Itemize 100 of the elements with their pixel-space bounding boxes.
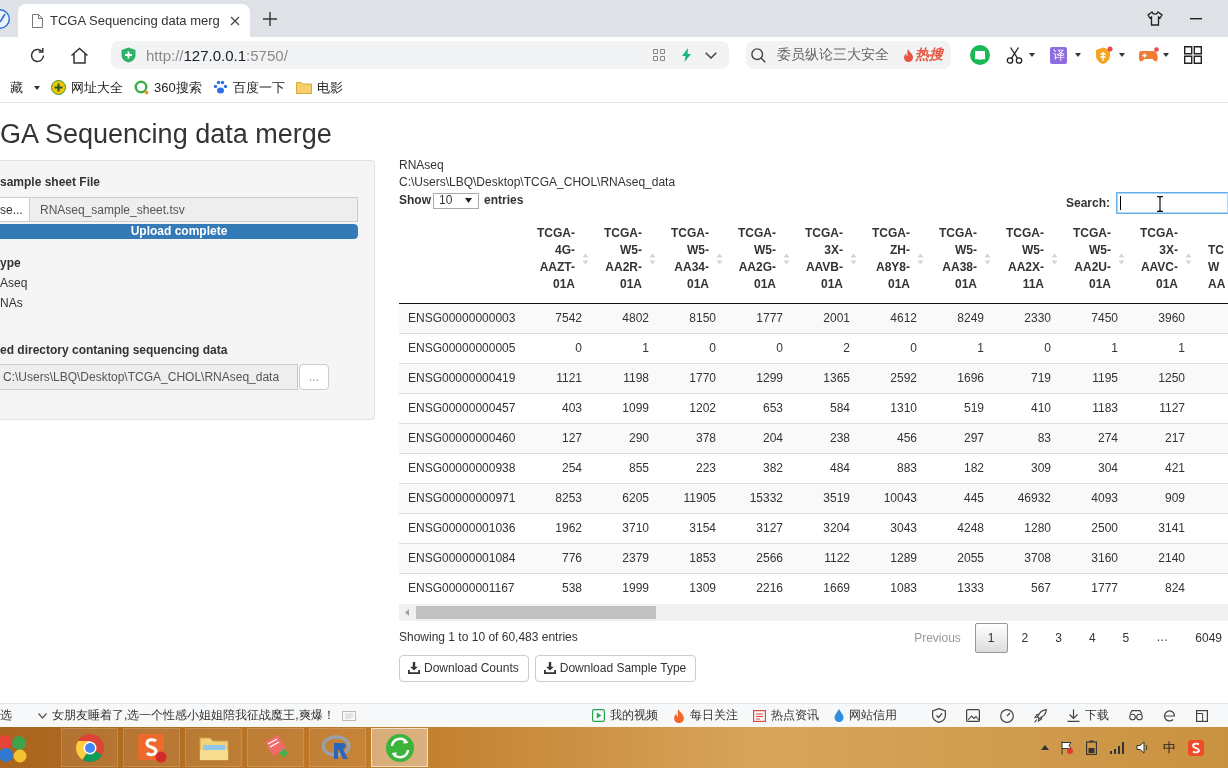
page-button[interactable]: 1: [974, 622, 1008, 653]
gene-id-cell: ENSG00000000003: [399, 303, 525, 334]
caret-icon[interactable]: [1075, 53, 1081, 57]
table-search-field[interactable]: [1116, 192, 1228, 214]
battery-icon[interactable]: [1086, 740, 1097, 755]
page-button[interactable]: 3: [1042, 622, 1075, 653]
chevron-down-icon[interactable]: [38, 712, 47, 719]
bookmark-link[interactable]: 藏: [10, 78, 40, 97]
table-cell: 776: [525, 543, 592, 574]
image-icon[interactable]: [966, 709, 980, 722]
bookmark-link[interactable]: 网址大全: [51, 78, 123, 97]
table-cell: 4612: [860, 303, 927, 334]
taskbar-app[interactable]: [185, 728, 242, 767]
browser-tab[interactable]: TCGA Sequencing data merg: [18, 4, 250, 37]
close-icon[interactable]: [230, 15, 240, 26]
radio-option-label[interactable]: NAs: [0, 295, 23, 312]
translate-button[interactable]: 译: [1050, 46, 1067, 64]
column-header[interactable]: TCGA- 3X- AAVC- 01A: [1128, 220, 1195, 304]
column-header[interactable]: TCGA- W5- AA2G- 01A: [726, 220, 793, 304]
column-header[interactable]: TCGA- W5- AA2R- 01A: [592, 220, 659, 304]
flag-icon[interactable]: [1061, 740, 1074, 755]
gamepad-icon[interactable]: [1138, 47, 1159, 63]
file-name-field[interactable]: RNAseq_sample_sheet.tsv: [30, 197, 358, 222]
reload-icon[interactable]: [29, 46, 46, 64]
taskbar-app[interactable]: [61, 728, 118, 767]
table-cell: 6205: [592, 483, 659, 514]
page-button[interactable]: 6049: [1182, 622, 1228, 653]
table-cell: 421: [1128, 453, 1195, 484]
gauge-icon[interactable]: [1000, 708, 1014, 723]
page-button[interactable]: 5: [1109, 622, 1143, 653]
column-header[interactable]: TC W AA: [1195, 220, 1228, 304]
table-cell: 584: [793, 393, 860, 424]
browser-e-icon[interactable]: [1163, 709, 1176, 722]
fire-icon: [903, 48, 914, 62]
radio-option-label[interactable]: Aseq: [0, 275, 28, 292]
table-cell: 8253: [525, 483, 592, 514]
download-button[interactable]: Download Sample Type: [534, 654, 697, 682]
column-header[interactable]: TCGA- ZH- A8Y8- 01A: [860, 220, 927, 304]
page-button[interactable]: 4: [1075, 622, 1109, 653]
bookmark-link[interactable]: 电影: [295, 78, 343, 97]
table-cell: 3160: [1061, 543, 1128, 574]
book-icon[interactable]: [970, 45, 990, 65]
shirt-icon[interactable]: [1147, 11, 1163, 26]
scissors-icon[interactable]: [1006, 46, 1023, 64]
s-logo-icon[interactable]: [1188, 739, 1204, 756]
caret-icon: [34, 85, 40, 90]
glasses-icon[interactable]: [1129, 710, 1143, 721]
bookmark-link[interactable]: 百度一下: [212, 78, 285, 97]
column-header[interactable]: TCGA- W5- AA2X- 11A: [994, 220, 1061, 304]
text-cursor-icon: [1156, 196, 1164, 212]
caret-icon[interactable]: [1029, 53, 1035, 57]
table-cell: 1083: [860, 573, 927, 604]
directory-field[interactable]: C:\Users\LBQ\Desktop\TCGA_CHOL\RNAseq_data: [0, 364, 298, 390]
bookmark-link[interactable]: 360搜索: [134, 78, 202, 97]
column-header[interactable]: TCGA- 4G- AAZT- 01A: [525, 220, 592, 304]
shield-icon[interactable]: [1095, 45, 1113, 65]
news-link[interactable]: 女朋友睡着了,选一个性感小姐姐陪我征战魔王,爽爆！: [52, 707, 335, 724]
page-button[interactable]: 2: [1008, 622, 1042, 653]
minimize-icon[interactable]: [1190, 17, 1202, 20]
scrollbar-thumb[interactable]: [416, 605, 656, 619]
browse-button[interactable]: se...: [0, 197, 30, 222]
sort-icon: [917, 253, 924, 265]
horizontal-scrollbar[interactable]: [399, 603, 1228, 621]
address-bar[interactable]: http://127.0.0.1:5750/: [111, 41, 729, 69]
chevron-down-icon[interactable]: [705, 51, 717, 59]
status-link[interactable]: 我的视频: [592, 707, 658, 724]
status-link[interactable]: 热点资讯: [753, 707, 819, 724]
taskbar-app[interactable]: [123, 728, 180, 767]
progress-text: Upload complete: [130, 224, 228, 239]
table-cell: 10043: [860, 483, 927, 514]
page-length-select[interactable]: 10: [433, 192, 479, 209]
apps-grid-icon[interactable]: [1184, 46, 1202, 64]
shield-icon[interactable]: [932, 708, 946, 723]
tray-arrow-icon[interactable]: [1041, 745, 1049, 750]
speaker-icon[interactable]: [1136, 741, 1149, 754]
status-link[interactable]: 每日关注: [673, 707, 738, 724]
column-header[interactable]: TCGA- W5- AA38- 01A: [927, 220, 994, 304]
browser-logo-icon[interactable]: [0, 7, 10, 30]
caret-icon[interactable]: [1163, 53, 1169, 57]
grid-icon[interactable]: [653, 49, 665, 61]
plus-icon[interactable]: [263, 11, 277, 26]
home-icon[interactable]: [70, 46, 89, 64]
column-header[interactable]: TCGA- 3X- AAVB- 01A: [793, 220, 860, 304]
table-cell: 1: [592, 333, 659, 364]
caret-icon[interactable]: [1119, 53, 1125, 57]
rocket-icon[interactable]: [1034, 708, 1047, 723]
download-link[interactable]: 下载: [1067, 707, 1109, 724]
sort-icon: [1051, 253, 1058, 265]
window-icon[interactable]: [1196, 709, 1208, 722]
table-cell: 378: [659, 423, 726, 454]
status-link[interactable]: 网站信用: [834, 707, 897, 724]
search-field[interactable]: 委员纵论三大安全 热搜: [746, 41, 951, 69]
column-header[interactable]: TCGA- W5- AA34- 01A: [659, 220, 726, 304]
column-header[interactable]: TCGA- W5- AA2U- 01A: [1061, 220, 1128, 304]
signal-icon[interactable]: [1109, 741, 1124, 754]
input-method-indicator[interactable]: 中: [1163, 738, 1176, 757]
download-button[interactable]: Download Counts: [399, 654, 529, 682]
taskbar-app[interactable]: [371, 728, 428, 767]
plus-circle-icon: [51, 80, 66, 95]
table-cell: 11905: [659, 483, 726, 514]
